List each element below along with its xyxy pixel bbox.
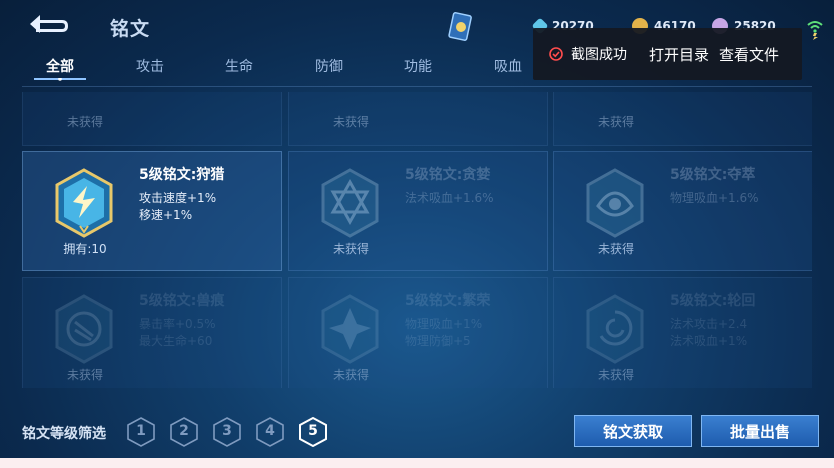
card-attr: 物理吸血+1.6% (670, 191, 759, 205)
level-number: 2 (179, 423, 189, 439)
greed-emblem-icon (321, 168, 379, 238)
tab-lifesteal[interactable]: 吸血 (494, 56, 522, 76)
inscription-card-hunt[interactable]: 5级铭文:狩猎 攻击速度+1% 移速+1% 拥有:10 (22, 151, 282, 271)
card-attr: 攻击速度+1% (139, 191, 217, 205)
tab-all[interactable]: 全部 (46, 56, 74, 76)
inscription-card-prosperity[interactable]: 5级铭文:繁荣 物理吸血+1% 物理防御+5 未获得 (288, 277, 548, 388)
bottom-strip (0, 458, 834, 468)
level-filter-1[interactable]: 1 (127, 417, 155, 447)
card-name: 5级铭文:夺萃 (670, 167, 756, 183)
card-attr: 法术吸血+1.6% (405, 191, 494, 205)
card-attr: 物理防御+5 (405, 334, 471, 348)
level-number: 1 (136, 423, 146, 439)
tab-defense[interactable]: 防御 (315, 56, 343, 76)
tab-function[interactable]: 功能 (404, 56, 432, 76)
card-name: 5级铭文:狩猎 (139, 167, 225, 183)
inscription-card-greed[interactable]: 5级铭文:贪婪 法术吸血+1.6% 未获得 (288, 151, 548, 271)
card-attr: 法术攻击+2.4 (670, 317, 748, 331)
card-status: 未获得 (597, 368, 634, 382)
active-tab-indicator (34, 78, 86, 81)
level-filter-3[interactable]: 3 (213, 417, 241, 447)
level-number: 3 (222, 423, 232, 439)
inscription-card[interactable]: 未获得 (22, 92, 282, 146)
card-attr: 移速+1% (139, 208, 193, 222)
card-status: 未获得 (597, 242, 634, 256)
beast-mark-emblem-icon (55, 294, 113, 364)
wifi-icon (807, 21, 823, 40)
card-status: 未获得 (597, 115, 634, 129)
acquire-inscription-button[interactable]: 铭文获取 (574, 415, 692, 447)
level-filter-5[interactable]: 5 (299, 416, 327, 448)
bulk-sell-button[interactable]: 批量出售 (701, 415, 819, 447)
prosperity-emblem-icon (321, 294, 379, 364)
open-directory-link[interactable]: 打开目录 (649, 44, 709, 65)
card-attr: 暴击率+0.5% (139, 317, 216, 331)
tab-health[interactable]: 生命 (225, 56, 253, 76)
card-status: 未获得 (332, 368, 369, 382)
level-number: 5 (308, 423, 318, 439)
level-filter-label: 铭文等级筛选 (22, 426, 106, 442)
reincarnation-emblem-icon (586, 294, 644, 364)
card-owned-count: 拥有:10 (63, 242, 107, 256)
card-attr: 最大生命+60 (139, 334, 213, 348)
screenshot-toast: 截图成功 打开目录 查看文件 (533, 28, 802, 80)
page-title: 铭文 (110, 18, 151, 40)
inscription-card-reincarnation[interactable]: 5级铭文:轮回 法术攻击+2.4 法术吸血+1% 未获得 (553, 277, 812, 388)
level-filter-4[interactable]: 4 (256, 417, 284, 447)
tab-attack[interactable]: 攻击 (136, 56, 164, 76)
level-filter-2[interactable]: 2 (170, 417, 198, 447)
view-file-link[interactable]: 查看文件 (719, 44, 779, 65)
inscription-card[interactable]: 未获得 (553, 92, 812, 146)
card-name: 5级铭文:贪婪 (405, 167, 491, 183)
card-status: 未获得 (66, 115, 103, 129)
card-name: 5级铭文:兽痕 (139, 293, 225, 309)
toast-message: 截图成功 (571, 47, 627, 63)
inscription-card-plunder[interactable]: 5级铭文:夺萃 物理吸血+1.6% 未获得 (553, 151, 812, 271)
card-status: 未获得 (66, 368, 103, 382)
card-name: 5级铭文:轮回 (670, 293, 756, 309)
plunder-emblem-icon (586, 168, 644, 238)
card-status: 未获得 (332, 242, 369, 256)
inscription-card-icon[interactable] (448, 12, 474, 42)
inscription-card[interactable]: 未获得 (288, 92, 548, 146)
card-name: 5级铭文:繁荣 (405, 293, 491, 309)
card-attr: 物理吸血+1% (405, 317, 483, 331)
level-number: 4 (265, 423, 275, 439)
success-check-icon (549, 47, 563, 61)
card-attr: 法术吸血+1% (670, 334, 748, 348)
inscription-grid: 未获得 未获得 未获得 5级铭文:狩猎 攻击速度+1% 移速+1% 拥有:10 … (22, 92, 812, 388)
tab-divider (22, 86, 812, 87)
card-status: 未获得 (332, 115, 369, 129)
hunt-emblem-icon (55, 168, 113, 238)
back-arrow-icon[interactable] (22, 12, 72, 36)
inscription-card-beast-mark[interactable]: 5级铭文:兽痕 暴击率+0.5% 最大生命+60 未获得 (22, 277, 282, 388)
